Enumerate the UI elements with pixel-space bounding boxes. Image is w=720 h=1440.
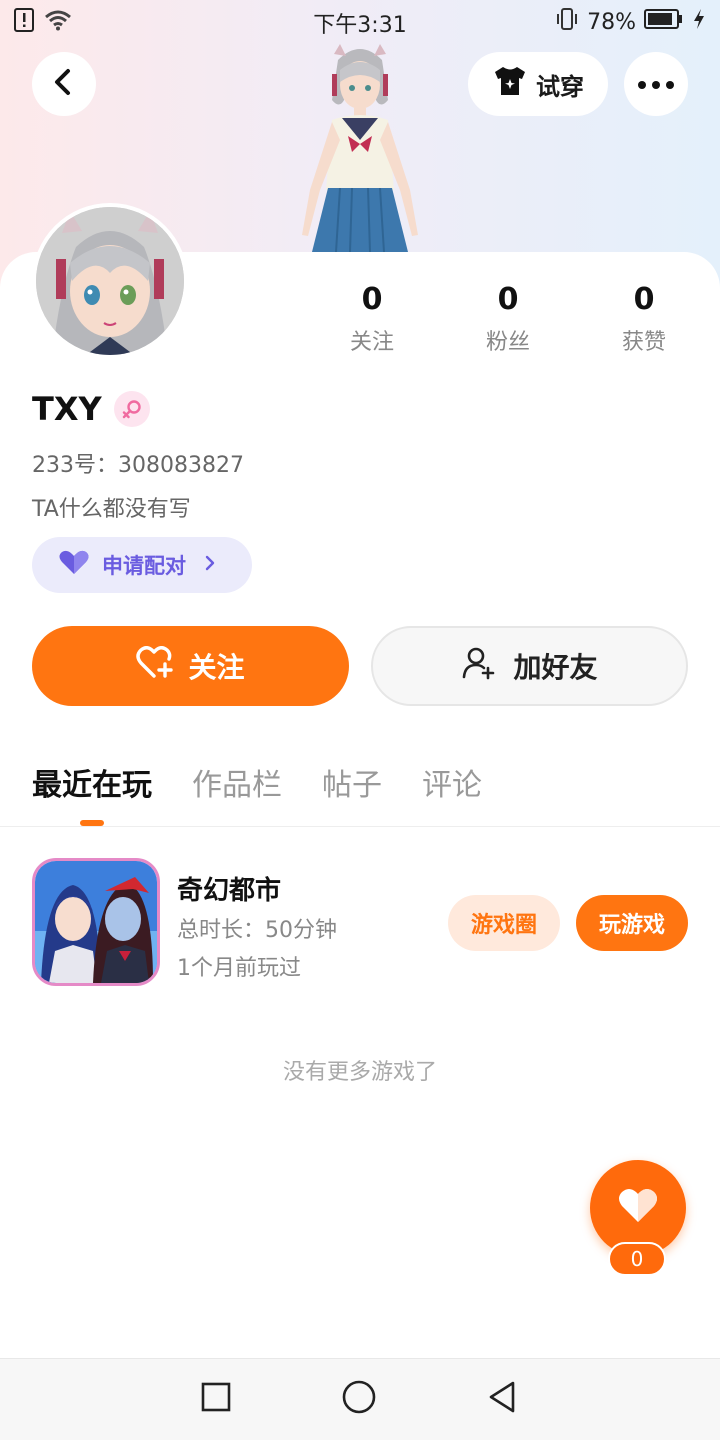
character-figure-image [280,40,440,255]
following-stat[interactable]: 0 关注 [312,282,432,356]
likes-stat[interactable]: 0 获赞 [584,282,704,356]
following-count: 0 [361,282,383,317]
likes-label: 获赞 [621,330,666,355]
status-bar: 下午3:31 78% [0,0,720,40]
system-nav-bar [0,1358,720,1440]
fans-count: 0 [497,282,519,317]
battery-percent: 78% [587,9,636,35]
play-game-button[interactable]: 玩游戏 [576,895,688,951]
add-friend-label: 加好友 [513,651,598,684]
system-back-button[interactable] [480,1377,524,1421]
add-friend-button[interactable]: 加好友 [371,626,688,706]
back-button[interactable] [32,52,96,116]
charging-icon [692,8,706,36]
game-icon-image[interactable] [32,858,160,986]
tab-comments[interactable]: 评论 [422,760,482,804]
more-dots-icon [637,75,675,94]
triangle-back-icon [487,1380,517,1418]
try-on-label: 试穿 [536,72,584,101]
square-icon [201,1382,231,1416]
following-label: 关注 [349,330,394,355]
home-button[interactable] [337,1377,381,1421]
follow-button[interactable]: 关注 [32,626,349,706]
tab-works[interactable]: 作品栏 [192,760,282,804]
vibrate-icon [555,7,579,37]
request-pairing-label: 申请配对 [102,554,186,578]
heart-plus-icon [136,645,174,687]
request-pairing-button[interactable]: 申请配对 [32,537,252,593]
avatar[interactable] [32,203,188,359]
recent-apps-button[interactable] [194,1377,238,1421]
tab-posts[interactable]: 帖子 [322,760,382,804]
follow-label: 关注 [188,651,245,684]
heart-pair-icon [58,550,90,581]
game-circle-button[interactable]: 游戏圈 [448,895,560,951]
add-user-icon [461,645,497,688]
user-bio: TA什么都没有写 [32,497,191,522]
likes-count: 0 [633,282,655,317]
fans-stat[interactable]: 0 粉丝 [448,282,568,356]
battery-icon [644,8,684,36]
user-id: 233号：308083827 [32,453,244,478]
more-options-button[interactable] [624,52,688,116]
tab-recently-played[interactable]: 最近在玩 [32,760,152,804]
game-list-item[interactable]: 奇幻都市 总时长：50分钟 1个月前玩过 游戏圈 玩游戏 [32,858,688,988]
chevron-left-icon [52,68,76,100]
chevron-right-icon [204,553,216,577]
game-last-played: 1个月前玩过 [177,956,301,981]
profile-tabs: 最近在玩 作品栏 帖子 评论 [32,760,482,804]
list-end-text: 没有更多游戏了 [282,1060,437,1085]
user-name: TXY [32,390,102,428]
female-gender-icon [113,391,150,427]
heart-icon [618,1188,658,1228]
game-total-duration: 总时长：50分钟 [177,918,337,943]
tabs-divider [0,826,720,827]
try-on-button[interactable]: 试穿 [468,52,608,116]
fans-label: 粉丝 [485,330,530,355]
game-title: 奇幻都市 [177,876,282,906]
profile-stats: 0 关注 0 粉丝 0 获赞 [300,282,720,362]
like-count-badge: 0 [608,1242,666,1276]
circle-icon [342,1380,376,1418]
tshirt-icon [492,65,528,103]
